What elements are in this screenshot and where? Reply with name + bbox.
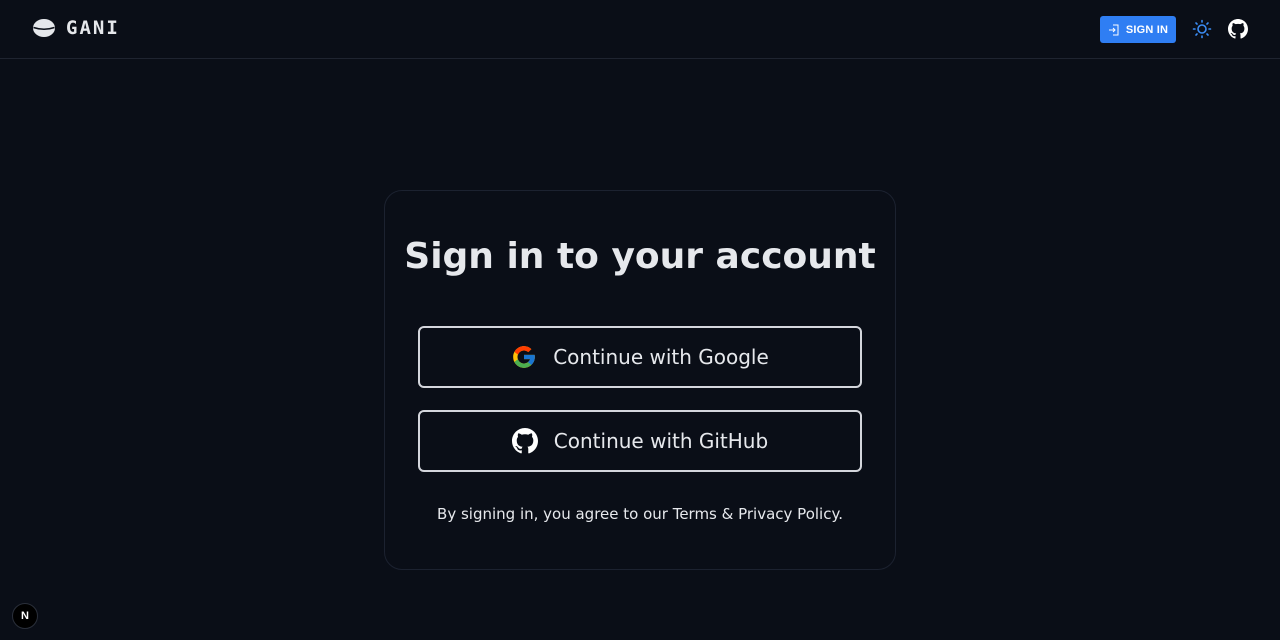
continue-with-github-button[interactable]: Continue with GitHub <box>418 410 862 472</box>
login-icon <box>1108 24 1119 35</box>
github-icon[interactable] <box>1228 19 1248 39</box>
github-button-label: Continue with GitHub <box>553 429 769 453</box>
signin-button[interactable]: SIGN IN <box>1100 16 1176 43</box>
dev-badge-label: N <box>21 610 29 622</box>
continue-with-google-button[interactable]: Continue with Google <box>418 326 862 388</box>
terms-notice: By signing in, you agree to our Terms & … <box>437 505 843 523</box>
github-icon <box>511 428 538 454</box>
signin-button-label: SIGN IN <box>1125 23 1169 36</box>
planet-icon <box>33 19 55 37</box>
google-button-label: Continue with Google <box>553 345 769 369</box>
brand-logo[interactable]: GANI <box>32 17 120 39</box>
brand-name: GANI <box>66 17 120 39</box>
google-icon <box>513 346 536 368</box>
page-title: Sign in to your account <box>404 236 876 277</box>
sun-icon[interactable] <box>1192 19 1212 39</box>
top-navigation-bar: GANI SIGN IN <box>0 0 1280 59</box>
dev-tools-badge[interactable]: N <box>12 603 38 629</box>
